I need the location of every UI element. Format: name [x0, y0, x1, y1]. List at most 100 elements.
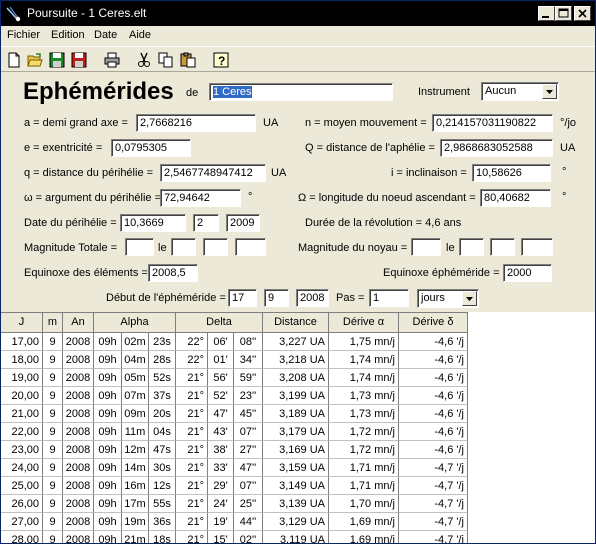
cell-delta-deg: 21°: [176, 495, 208, 513]
omega-small-input[interactable]: 72,94642: [160, 189, 241, 207]
save-as-button[interactable]: [69, 50, 89, 69]
magnitude-noyau-month-input[interactable]: [490, 238, 515, 256]
cell-delta-sec: 07'': [234, 477, 263, 495]
close-button[interactable]: [574, 6, 591, 21]
cell-delta-sec: 27'': [234, 441, 263, 459]
cell-m: 9: [43, 351, 63, 369]
magnitude-noyau-input[interactable]: [411, 238, 441, 256]
pas-unit-dropdown-button[interactable]: [462, 291, 477, 306]
cell-alpha-h: 09h: [94, 369, 122, 387]
window-title: Poursuite - 1 Ceres.elt: [27, 6, 147, 20]
omega-small-label: ω = argument du périhélie =: [24, 192, 162, 204]
debut-month-input[interactable]: 9: [264, 289, 289, 307]
date-perihelie-month-input[interactable]: 2: [193, 214, 219, 232]
menu-aide[interactable]: Aide: [129, 29, 151, 41]
table-row[interactable]: 24,00 9 2008 09h 14m 30s 21° 33' 47'' 3,159 UA 1,7…: [1, 459, 468, 477]
close-icon: [578, 9, 587, 18]
paste-button[interactable]: [178, 50, 198, 69]
cell-alpha-m: 21m: [122, 531, 149, 543]
header-an[interactable]: An: [63, 313, 94, 333]
omega-big-input[interactable]: 80,40682: [480, 189, 551, 207]
table-row[interactable]: 25,00 9 2008 09h 16m 12s 21° 29' 07'' 3,149 UA 1,7…: [1, 477, 468, 495]
header-alpha[interactable]: Alpha: [94, 313, 176, 333]
cell-derive-alpha: 1,75 mn/j: [329, 333, 399, 351]
copy-button[interactable]: [156, 50, 176, 69]
help-button[interactable]: ?: [211, 50, 231, 69]
header-m[interactable]: m: [43, 313, 63, 333]
magnitude-totale-month-input[interactable]: [203, 238, 228, 256]
cell-alpha-m: 09m: [122, 405, 149, 423]
menu-edition[interactable]: Edition: [51, 29, 85, 41]
e-input[interactable]: 0,0795305: [111, 139, 191, 157]
cell-distance: 3,179 UA: [263, 423, 329, 441]
n-input[interactable]: 0,214157031190822: [432, 114, 553, 132]
print-button[interactable]: [102, 50, 122, 69]
a-input[interactable]: 2,7668216: [136, 114, 256, 132]
magnitude-noyau-day-input[interactable]: [459, 238, 484, 256]
object-name-input[interactable]: 1 Ceres: [209, 83, 393, 101]
date-perihelie-year-input[interactable]: 2009: [226, 214, 260, 232]
table-row[interactable]: 19,00 9 2008 09h 05m 52s 21° 56' 59'' 3,208 UA 1,7…: [1, 369, 468, 387]
cell-alpha-m: 17m: [122, 495, 149, 513]
cell-m: 9: [43, 333, 63, 351]
open-button[interactable]: [25, 50, 45, 69]
instrument-dropdown-button[interactable]: [542, 84, 557, 99]
cell-an: 2008: [63, 405, 94, 423]
header-j[interactable]: J: [1, 313, 43, 333]
table-row[interactable]: 17,00 9 2008 09h 02m 23s 22° 06' 08'' 3,227 UA 1,7…: [1, 333, 468, 351]
cell-alpha-m: 05m: [122, 369, 149, 387]
maximize-button[interactable]: [555, 6, 572, 21]
debut-year-input[interactable]: 2008: [296, 289, 329, 307]
header-derive-alpha[interactable]: Dérive α: [329, 313, 399, 333]
magnitude-totale-day-input[interactable]: [171, 238, 196, 256]
magnitude-noyau-label: Magnitude du noyau =: [298, 242, 408, 254]
title-bar[interactable]: Poursuite - 1 Ceres.elt: [1, 1, 595, 26]
menu-date[interactable]: Date: [94, 29, 117, 41]
cell-m: 9: [43, 459, 63, 477]
ephemeris-table[interactable]: J m An Alpha Delta Distance Dérive α Dér…: [1, 312, 468, 543]
cell-m: 9: [43, 513, 63, 531]
cell-an: 2008: [63, 333, 94, 351]
menu-fichier[interactable]: Fichier: [7, 29, 40, 41]
a-unit: UA: [263, 117, 279, 129]
table-row[interactable]: 27,00 9 2008 09h 19m 36s 21° 19' 44'' 3,129 UA 1,6…: [1, 513, 468, 531]
debut-day-input[interactable]: 17: [228, 289, 257, 307]
minimize-button[interactable]: [538, 6, 555, 21]
cell-m: 9: [43, 387, 63, 405]
table-row[interactable]: 23,00 9 2008 09h 12m 47s 21° 38' 27'' 3,169 UA 1,7…: [1, 441, 468, 459]
q-input[interactable]: 2,5467748947412: [160, 164, 266, 182]
cell-alpha-s: 52s: [149, 369, 176, 387]
header-derive-delta[interactable]: Dérive δ: [399, 313, 468, 333]
magnitude-noyau-year-input[interactable]: [521, 238, 553, 256]
cell-derive-alpha: 1,74 mn/j: [329, 369, 399, 387]
table-row[interactable]: 21,00 9 2008 09h 09m 20s 21° 47' 45'' 3,189 UA 1,7…: [1, 405, 468, 423]
equinoxe-ephemeride-label: Equinoxe éphéméride =: [383, 267, 500, 279]
cell-derive-delta: -4,6 '/j: [399, 441, 468, 459]
table-row[interactable]: 18,00 9 2008 09h 04m 28s 22° 01' 34'' 3,218 UA 1,7…: [1, 351, 468, 369]
pas-unit-select[interactable]: jours: [417, 289, 479, 308]
duree-revolution-label: Durée de la révolution = 4,6 ans: [305, 217, 462, 229]
table-row[interactable]: 22,00 9 2008 09h 11m 04s 21° 43' 07'' 3,179 UA 1,7…: [1, 423, 468, 441]
Q-input[interactable]: 2,9868683052588: [440, 139, 553, 157]
new-file-button[interactable]: [4, 50, 24, 69]
header-delta[interactable]: Delta: [176, 313, 263, 333]
pas-input[interactable]: 1: [369, 289, 409, 307]
cell-alpha-m: 14m: [122, 459, 149, 477]
magnitude-totale-input[interactable]: [125, 238, 154, 256]
magnitude-totale-year-input[interactable]: [235, 238, 266, 256]
cell-delta-deg: 21°: [176, 513, 208, 531]
i-input[interactable]: 10,58626: [472, 164, 551, 182]
instrument-select[interactable]: Aucun: [481, 82, 559, 101]
table-row[interactable]: 26,00 9 2008 09h 17m 55s 21° 24' 25'' 3,139 UA 1,7…: [1, 495, 468, 513]
cell-alpha-s: 47s: [149, 441, 176, 459]
header-distance[interactable]: Distance: [263, 313, 329, 333]
table-row[interactable]: 28,00 9 2008 09h 21m 18s 21° 15' 02'' 3,119 UA 1,6…: [1, 531, 468, 543]
cell-delta-deg: 21°: [176, 405, 208, 423]
equinoxe-elements-label: Equinoxe des éléments =: [24, 267, 148, 279]
date-perihelie-day-input[interactable]: 10,3669: [120, 214, 186, 232]
equinoxe-ephemeride-input[interactable]: 2000: [503, 264, 552, 282]
save-button[interactable]: [47, 50, 67, 69]
cut-button[interactable]: [134, 50, 154, 69]
equinoxe-elements-input[interactable]: 2008,5: [148, 264, 198, 282]
table-row[interactable]: 20,00 9 2008 09h 07m 37s 21° 52' 23'' 3,199 UA 1,7…: [1, 387, 468, 405]
